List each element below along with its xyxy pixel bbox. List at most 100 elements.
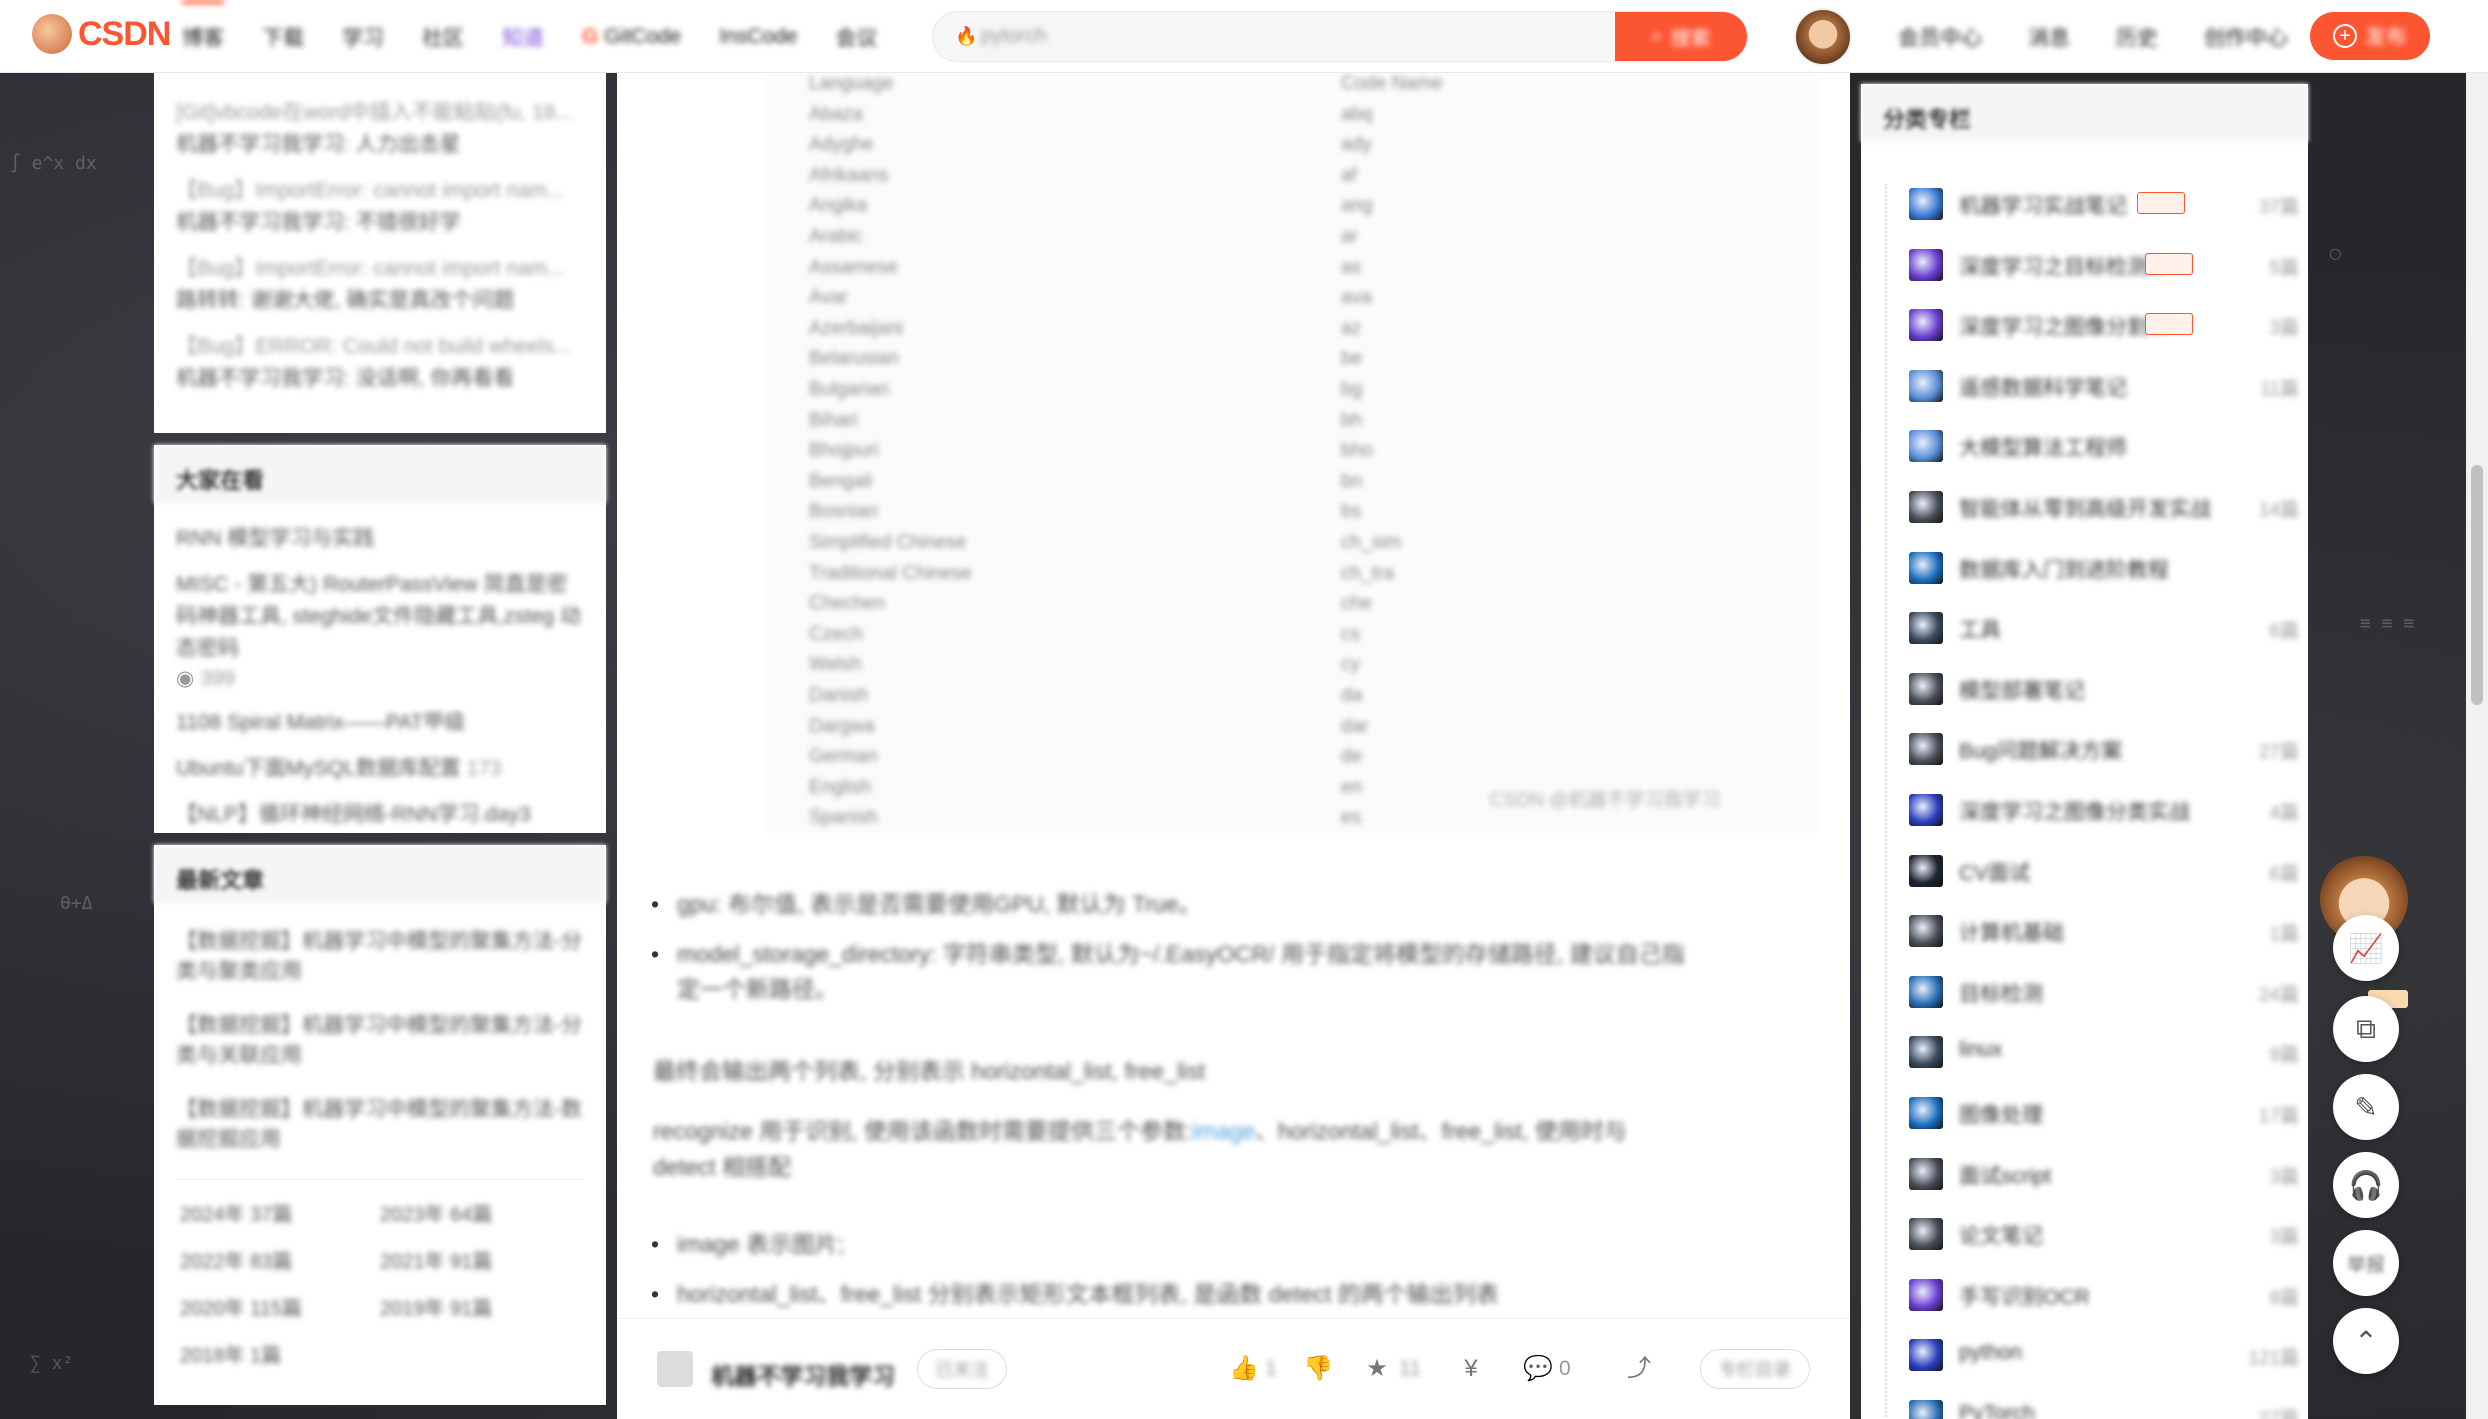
scrollbar-thumb[interactable] (2471, 465, 2483, 705)
column-item[interactable]: python 121篇 (1909, 1335, 2299, 1375)
archive-year[interactable]: 2019年 91篇 (380, 1292, 580, 1321)
latest-item[interactable]: 【数据挖掘】机器学习中模型的聚集方法-分类与关联应用 (154, 1011, 606, 1071)
follow-button[interactable]: 已关注 (917, 1349, 1007, 1389)
nav-messages[interactable]: 消息 (2028, 22, 2070, 52)
code-cell: de (1341, 746, 1363, 768)
latest-item[interactable]: 【数据挖掘】机器学习中模型的聚集方法-分类与聚类应用 (154, 927, 606, 987)
bg-scribble: ≡ ≡ ≡ (2360, 613, 2415, 634)
table-row: Bulgarian bg (767, 379, 1817, 409)
category-title: 分类专栏 (1861, 84, 2308, 142)
column-item[interactable]: 机器学习实战笔记 37篇 (1909, 184, 2299, 224)
column-name: 面试script (1959, 1164, 2052, 1188)
column-item[interactable]: 目标检测 24篇 (1909, 972, 2299, 1012)
column-item[interactable]: 论文笔记 3篇 (1909, 1214, 2299, 1254)
csdn-logo[interactable]: CSDN (32, 14, 171, 54)
column-item[interactable]: 遥感数据科学笔记 11篇 (1909, 366, 2299, 406)
hot-item[interactable]: Ubuntu下面MySQL数据库配置 173 (154, 753, 606, 785)
column-item[interactable]: 智能体从零到高级开发实战 14篇 (1909, 487, 2299, 527)
article-toolbar: 机器不学习我学习 已关注 👍 1 👎 ★ 11 ¥ 💬 0 ⤴ 专栏目录 (617, 1318, 1850, 1419)
nav-zhidao[interactable]: 知道 (502, 0, 544, 73)
data-panel-button[interactable]: 📈 (2333, 915, 2399, 981)
archive-year[interactable]: 2021年 91篇 (380, 1245, 580, 1274)
column-item[interactable]: 数据库入门到进阶教程 (1909, 548, 2299, 588)
code-cell: ch_tra (1341, 562, 1394, 584)
language-cell: Bulgarian (809, 379, 890, 400)
column-item[interactable]: 计算机基础 1篇 (1909, 911, 2299, 951)
follow-label: 已关注 (935, 1360, 989, 1380)
publish-button[interactable]: + 发布 (2310, 12, 2430, 60)
author-avatar[interactable] (657, 1351, 693, 1387)
author-name[interactable]: 机器不学习我学习 (711, 1357, 895, 1391)
report-button[interactable]: 举报 (2333, 1230, 2399, 1296)
code-cell: ar (1341, 226, 1358, 247)
column-item[interactable]: 大模型算法工程师 (1909, 426, 2299, 466)
archive-year[interactable]: 2024年 37篇 (180, 1198, 380, 1227)
bg-scribble: θ+Δ (60, 893, 93, 914)
latest-item[interactable]: 【数据挖掘】机器学习中模型的聚集方法-数据挖掘应用 (154, 1095, 606, 1155)
like-count: 1 (1265, 1357, 1277, 1380)
nav-learn[interactable]: 学习 (342, 0, 384, 73)
nav-community[interactable]: 社区 (422, 0, 464, 73)
column-item[interactable]: CV面试 6篇 (1909, 851, 2299, 891)
hot-item[interactable]: MISC - 第五大) RouterPassView 简直是密码神器工具, st… (154, 569, 606, 665)
bullet-continuation: 定一个新路径。 (677, 976, 838, 1002)
column-item[interactable]: 深度学习之图像分割... 3篇 (1909, 305, 2299, 345)
table-row: Bosnian bs (767, 501, 1817, 531)
column-item[interactable]: 深度学习之图像分类实战 4篇 (1909, 790, 2299, 830)
archive-year[interactable]: 2020年 115篇 (180, 1292, 380, 1321)
ai-assistant-button[interactable]: ⧉ (2333, 996, 2399, 1062)
share-icon[interactable]: ⤴ (1625, 1355, 1653, 1383)
reward-icon[interactable]: ¥ (1457, 1355, 1485, 1383)
comment-title[interactable]: 【Bug】ImportError: cannot import nam... (154, 239, 606, 285)
page-scrollbar[interactable] (2466, 73, 2488, 1419)
code-cell: be (1341, 348, 1363, 370)
write-button[interactable]: ✎ (2333, 1074, 2399, 1140)
search-button-label: 搜索 (1670, 28, 1711, 50)
archive-year[interactable]: 2022年 83篇 (180, 1245, 380, 1274)
search-bar: 🔥 ⌕ 搜索 (932, 11, 1748, 62)
column-item[interactable]: linux 9篇 (1909, 1032, 2299, 1072)
search-button[interactable]: ⌕ 搜索 (1615, 12, 1747, 61)
language-cell: Belarusian (809, 348, 899, 370)
archive-year[interactable]: 2023年 64篇 (380, 1198, 580, 1227)
hot-item[interactable]: 【NLP】循环神经网络-RNN学习.day3 (154, 799, 606, 831)
like-icon[interactable]: 👍 (1229, 1355, 1259, 1383)
collect-icon[interactable]: ★ (1363, 1355, 1391, 1383)
nav-history[interactable]: 历史 (2116, 22, 2158, 52)
image-link[interactable]: image (1192, 1113, 1255, 1149)
column-item[interactable]: 手写识别OCR 8篇 (1909, 1275, 2299, 1315)
user-avatar[interactable] (1794, 8, 1852, 66)
nav-vip-center[interactable]: 会员中心 (1898, 22, 1982, 52)
column-item[interactable]: PyTorch 27篇 (1909, 1396, 2299, 1419)
column-item[interactable]: 模型部署笔记 (1909, 669, 2299, 709)
search-input[interactable] (981, 12, 1541, 61)
column-badge (2145, 252, 2193, 275)
column-item[interactable]: 深度学习之目标检测... 5篇 (1909, 245, 2299, 285)
hot-item[interactable]: 1108 Spiral Matrix——PAT甲级 (154, 707, 606, 739)
comment-title[interactable]: 【Bug】ERROR: Could not build wheels... (154, 317, 606, 363)
comment-icon[interactable]: 💬 (1523, 1355, 1553, 1383)
customer-service-button[interactable]: 🎧 (2333, 1152, 2399, 1218)
table-row: Belarusian be (767, 348, 1817, 378)
nav-gitcode[interactable]: G GitCode (582, 0, 681, 73)
archive-year[interactable]: 2018年 1篇 (180, 1339, 380, 1368)
comment-title[interactable]: 【Bug】ImportError: cannot import nam... (154, 161, 606, 207)
hot-item[interactable]: RNN 模型学习与实践 (154, 523, 606, 555)
column-badge (2137, 192, 2185, 214)
language-cell: Arabic (809, 226, 863, 247)
column-directory-button[interactable]: 专栏目录 (1700, 1349, 1810, 1389)
latest-articles-card: 最新文章 【数据挖掘】机器学习中模型的聚集方法-分类与聚类应用 【数据挖掘】机器… (154, 845, 606, 1405)
nav-meeting[interactable]: 会议 (835, 0, 877, 73)
nav-inscode[interactable]: InsCode (719, 0, 797, 73)
nav-creator-center[interactable]: 创作中心 (2204, 22, 2288, 52)
nav-blog[interactable]: 博客 (182, 0, 224, 73)
column-item[interactable]: 图像处理 17篇 (1909, 1093, 2299, 1133)
nav-download[interactable]: 下载 (262, 0, 304, 73)
back-to-top-button[interactable]: ⌃ (2333, 1308, 2399, 1374)
column-item[interactable]: 工具 6篇 (1909, 608, 2299, 648)
column-count: 121篇 (2248, 1348, 2299, 1370)
comment-title[interactable]: [Git]vbcode在word中插入不能粘贴(fu, 18... (154, 73, 606, 129)
column-item[interactable]: Bug问题解决方案 27篇 (1909, 729, 2299, 769)
dislike-icon[interactable]: 👎 (1303, 1355, 1333, 1383)
column-item[interactable]: 面试script 3篇 (1909, 1154, 2299, 1194)
